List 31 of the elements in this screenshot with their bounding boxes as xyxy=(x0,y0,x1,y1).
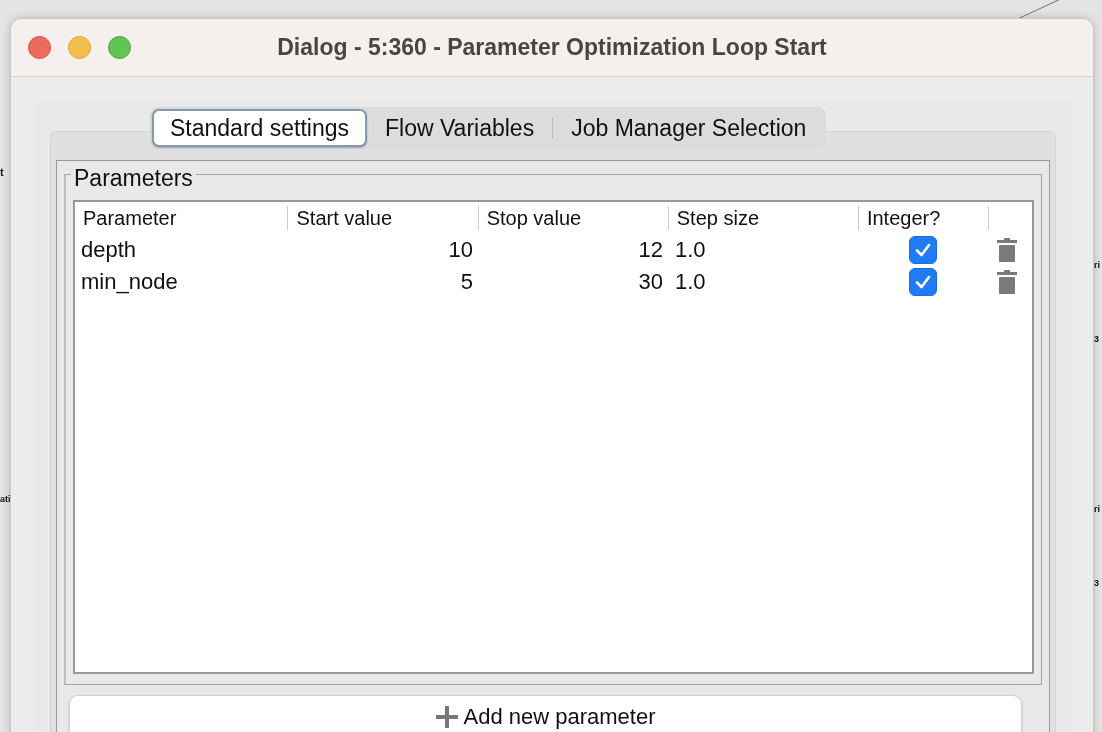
tab[interactable]: Standard settings xyxy=(152,109,367,147)
node-label: t xyxy=(0,166,4,178)
add-parameter-button[interactable]: Add new parameter xyxy=(69,695,1022,732)
column-header[interactable]: Stop value xyxy=(478,206,669,230)
node-label: ri xyxy=(1094,504,1100,514)
node-label: ati xyxy=(0,494,11,504)
table-cell-text: depth xyxy=(80,236,138,264)
node-label: 3 xyxy=(1094,578,1099,588)
column-header[interactable]: Step size xyxy=(668,206,859,230)
column-header[interactable]: Parameter xyxy=(75,206,289,230)
node-label: 3 xyxy=(1094,334,1099,344)
tab[interactable]: Job Manager Selection xyxy=(553,109,825,147)
plus-icon xyxy=(435,706,458,728)
checkbox[interactable] xyxy=(909,268,937,296)
checkbox[interactable] xyxy=(909,236,937,264)
window-title: Dialog - 5:360 - Parameter Optimization Loop Start xyxy=(277,34,827,61)
table-cell-text: 12 xyxy=(637,236,664,264)
zoom-button[interactable] xyxy=(108,36,131,59)
tab[interactable]: Flow Variables xyxy=(367,109,553,147)
table-cell-text: 1.0 xyxy=(674,236,707,264)
close-button[interactable] xyxy=(28,36,51,59)
trash-icon[interactable] xyxy=(997,270,1017,294)
table-cell-text: 1.0 xyxy=(674,268,707,296)
table-cell-text: 10 xyxy=(447,236,474,264)
trash-icon[interactable] xyxy=(997,238,1017,262)
column-header[interactable]: Integer? xyxy=(858,206,989,230)
table-cell-text: min_node xyxy=(80,268,179,296)
table-cell-text: 5 xyxy=(459,268,474,296)
node-label: ri xyxy=(1094,260,1100,270)
column-header[interactable]: Start value xyxy=(288,206,479,230)
table-cell-text: 30 xyxy=(637,268,664,296)
